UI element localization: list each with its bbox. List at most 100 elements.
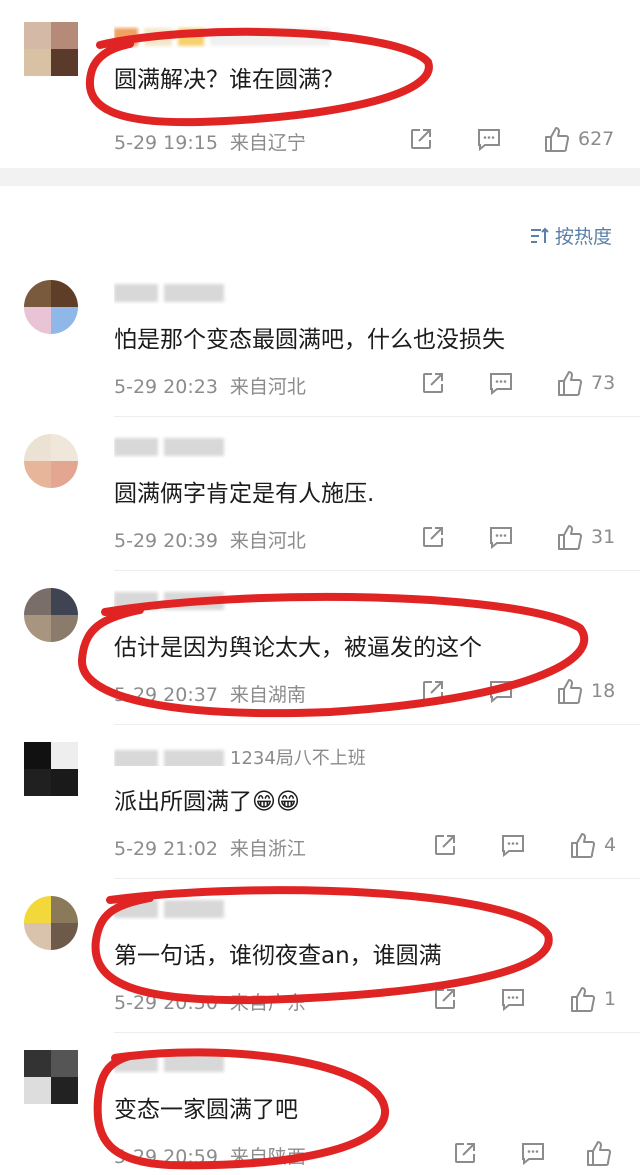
comment-meta: 5-29 20:50 来自广东 bbox=[114, 988, 306, 1015]
comment-meta: 5-29 20:59 来自陕西 bbox=[114, 1142, 306, 1169]
thumbs-up-icon bbox=[558, 679, 583, 704]
share-icon bbox=[411, 129, 431, 149]
avatar-tile bbox=[24, 280, 51, 307]
thumbs-up-icon bbox=[571, 987, 596, 1012]
share-button[interactable] bbox=[452, 1140, 478, 1166]
avatar[interactable] bbox=[24, 280, 78, 334]
comment-divider bbox=[114, 416, 640, 417]
comment-meta: 5-29 20:23 来自河北 bbox=[114, 372, 306, 399]
username[interactable] bbox=[114, 898, 230, 920]
share-button[interactable] bbox=[420, 524, 446, 550]
avatar[interactable] bbox=[24, 896, 78, 950]
share-icon bbox=[435, 989, 455, 1009]
avatar[interactable] bbox=[24, 588, 78, 642]
like-button[interactable]: 1 bbox=[568, 984, 616, 1014]
username[interactable] bbox=[114, 590, 230, 612]
like-count: 73 bbox=[591, 372, 616, 394]
comment-icon bbox=[502, 835, 524, 858]
avatar-tile bbox=[24, 615, 51, 642]
reply-button[interactable] bbox=[488, 524, 514, 550]
share-button[interactable] bbox=[420, 678, 446, 704]
avatar-tile bbox=[51, 615, 78, 642]
comment-divider bbox=[114, 1032, 640, 1033]
comment-location: 来自河北 bbox=[229, 376, 306, 398]
avatar-tile bbox=[51, 1050, 78, 1077]
avatar-tile bbox=[51, 434, 78, 461]
username[interactable] bbox=[114, 282, 230, 304]
like-count: 31 bbox=[591, 526, 616, 548]
share-icon bbox=[435, 835, 455, 855]
comment-location: 来自湖南 bbox=[229, 684, 306, 706]
avatar[interactable] bbox=[24, 434, 78, 488]
username-text: 1234局八不上班 bbox=[230, 748, 366, 766]
share-icon bbox=[423, 527, 443, 547]
like-button[interactable]: 4 bbox=[568, 830, 616, 860]
thumbs-up-icon bbox=[587, 1141, 612, 1166]
avatar-tile bbox=[51, 280, 78, 307]
like-button[interactable]: 627 bbox=[542, 124, 614, 154]
share-button[interactable] bbox=[408, 126, 434, 152]
avatar-tile bbox=[24, 434, 51, 461]
avatar-tile bbox=[51, 588, 78, 615]
like-button[interactable]: 31 bbox=[555, 522, 615, 552]
avatar-tile bbox=[24, 307, 51, 334]
username[interactable] bbox=[114, 1052, 230, 1074]
comment-icon bbox=[522, 1143, 544, 1166]
reply-button[interactable] bbox=[476, 126, 502, 152]
comment-date: 5-29 20:23 bbox=[114, 376, 218, 398]
reply-button[interactable] bbox=[488, 370, 514, 396]
comment-date: 5-29 20:37 bbox=[114, 684, 218, 706]
comment-location: 来自广东 bbox=[229, 992, 306, 1014]
comment-text: 派出所圆满了😁😁 bbox=[114, 789, 300, 815]
avatar[interactable] bbox=[24, 22, 78, 76]
comment-icon bbox=[490, 527, 512, 550]
comment-text: 圆满解决？谁在圆满？ bbox=[114, 67, 344, 93]
comment-date: 5-29 20:50 bbox=[114, 992, 218, 1014]
avatar-tile bbox=[24, 896, 51, 923]
avatar[interactable] bbox=[24, 1050, 78, 1104]
comment-date: 5-29 19:15 bbox=[114, 132, 218, 154]
reply-button[interactable] bbox=[488, 678, 514, 704]
comment-divider bbox=[114, 878, 640, 879]
avatar-tile bbox=[51, 49, 78, 76]
share-button[interactable] bbox=[420, 370, 446, 396]
share-icon bbox=[423, 373, 443, 393]
share-button[interactable] bbox=[432, 986, 458, 1012]
comment-meta: 5-29 19:15 来自辽宁 bbox=[114, 128, 306, 155]
comment-icon bbox=[478, 129, 500, 152]
share-icon bbox=[455, 1143, 475, 1163]
avatar-tile bbox=[24, 923, 51, 950]
avatar-tile bbox=[51, 461, 78, 488]
username-redacted[interactable] bbox=[114, 26, 336, 48]
comment-text: 圆满俩字肯定是有人施压. bbox=[114, 481, 375, 507]
comment-meta: 5-29 20:37 来自湖南 bbox=[114, 680, 306, 707]
comment-date: 5-29 20:59 bbox=[114, 1146, 218, 1168]
avatar-tile bbox=[24, 588, 51, 615]
comment-text: 第一句话，谁彻夜查an，谁圆满 bbox=[114, 943, 442, 969]
comment-divider bbox=[114, 724, 640, 725]
like-button[interactable]: 18 bbox=[555, 676, 615, 706]
thumbs-up-icon bbox=[558, 525, 583, 550]
sort-by-hot-button[interactable]: 按热度 bbox=[529, 222, 612, 249]
comment-icon bbox=[490, 373, 512, 396]
share-icon bbox=[423, 681, 443, 701]
username[interactable] bbox=[114, 436, 230, 458]
avatar-tile bbox=[51, 742, 78, 769]
comment-text: 估计是因为舆论太大，被逼发的这个 bbox=[114, 635, 482, 661]
share-button[interactable] bbox=[432, 832, 458, 858]
comment-date: 5-29 20:39 bbox=[114, 530, 218, 552]
avatar-tile bbox=[24, 742, 51, 769]
like-count: 4 bbox=[604, 834, 617, 856]
thumbs-up-icon bbox=[545, 127, 570, 152]
avatar-tile bbox=[24, 769, 51, 796]
reply-button[interactable] bbox=[520, 1140, 546, 1166]
avatar-tile bbox=[51, 307, 78, 334]
like-button[interactable] bbox=[584, 1138, 620, 1168]
comment-meta: 5-29 21:02 来自浙江 bbox=[114, 834, 306, 861]
like-button[interactable]: 73 bbox=[555, 368, 615, 398]
avatar[interactable] bbox=[24, 742, 78, 796]
reply-button[interactable] bbox=[500, 986, 526, 1012]
reply-button[interactable] bbox=[500, 832, 526, 858]
username[interactable]: 1234局八不上班 bbox=[114, 744, 366, 766]
sort-icon bbox=[530, 227, 549, 243]
